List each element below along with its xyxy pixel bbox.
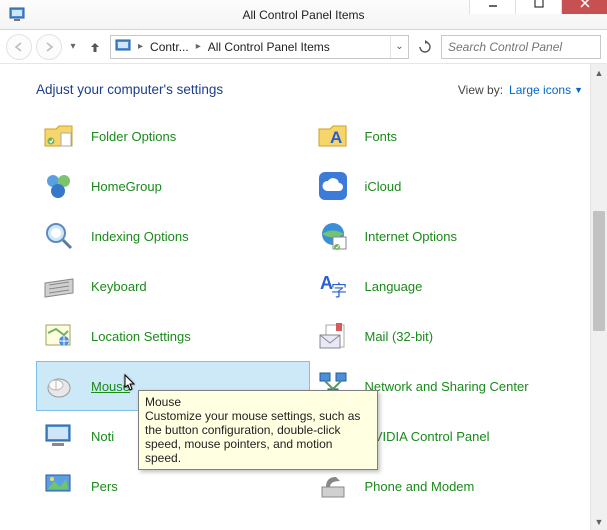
item-label: Fonts bbox=[365, 129, 398, 144]
breadcrumb-segment[interactable]: Contr... bbox=[146, 40, 193, 54]
view-by-control: View by: Large icons▼ bbox=[458, 83, 583, 97]
address-toolbar: ▾ ▸ Contr... ▸ All Control Panel Items ⌄ bbox=[0, 30, 607, 64]
phone-modem-icon bbox=[315, 468, 351, 504]
item-fonts[interactable]: A Fonts bbox=[310, 111, 584, 161]
item-keyboard[interactable]: Keyboard bbox=[36, 261, 310, 311]
item-label: Mail (32-bit) bbox=[365, 329, 434, 344]
svg-text:字: 字 bbox=[331, 282, 347, 300]
item-language[interactable]: A字 Language bbox=[310, 261, 584, 311]
item-label: HomeGroup bbox=[91, 179, 162, 194]
item-label: Indexing Options bbox=[91, 229, 189, 244]
item-label: Folder Options bbox=[91, 129, 176, 144]
item-label: Keyboard bbox=[91, 279, 147, 294]
item-label: Mouse bbox=[91, 379, 130, 394]
keyboard-icon bbox=[41, 268, 77, 304]
forward-button[interactable] bbox=[36, 34, 62, 60]
page-heading: Adjust your computer's settings bbox=[36, 82, 223, 97]
search-box[interactable] bbox=[441, 35, 601, 59]
homegroup-icon bbox=[41, 168, 77, 204]
item-label: Network and Sharing Center bbox=[365, 379, 529, 394]
item-homegroup[interactable]: HomeGroup bbox=[36, 161, 310, 211]
breadcrumb-segment[interactable]: All Control Panel Items bbox=[204, 40, 334, 54]
mail-icon bbox=[315, 318, 351, 354]
chevron-right-icon[interactable]: ▸ bbox=[135, 41, 146, 52]
close-button[interactable] bbox=[561, 0, 607, 14]
window-controls bbox=[469, 0, 607, 14]
item-label: Language bbox=[365, 279, 423, 294]
folder-options-icon bbox=[41, 118, 77, 154]
mouse-icon bbox=[41, 368, 77, 404]
personalization-icon bbox=[41, 468, 77, 504]
internet-options-icon bbox=[315, 218, 351, 254]
view-by-label: View by: bbox=[458, 83, 503, 97]
item-label: Noti bbox=[91, 429, 114, 444]
minimize-button[interactable] bbox=[469, 0, 515, 14]
item-label: iCloud bbox=[365, 179, 402, 194]
refresh-button[interactable] bbox=[413, 35, 437, 59]
vertical-scrollbar[interactable]: ▲ ▼ bbox=[590, 64, 607, 530]
chevron-right-icon[interactable]: ▸ bbox=[193, 41, 204, 52]
tooltip-title: Mouse bbox=[145, 395, 371, 409]
location-settings-icon bbox=[41, 318, 77, 354]
scroll-track[interactable] bbox=[591, 81, 607, 513]
item-icloud[interactable]: iCloud bbox=[310, 161, 584, 211]
icloud-icon bbox=[315, 168, 351, 204]
scroll-down-button[interactable]: ▼ bbox=[591, 513, 607, 530]
item-folder-options[interactable]: Folder Options bbox=[36, 111, 310, 161]
indexing-options-icon bbox=[41, 218, 77, 254]
maximize-button[interactable] bbox=[515, 0, 561, 14]
control-panel-icon bbox=[113, 37, 133, 57]
breadcrumb[interactable]: ▸ Contr... ▸ All Control Panel Items ⌄ bbox=[110, 35, 409, 59]
language-icon: A字 bbox=[315, 268, 351, 304]
up-button[interactable] bbox=[84, 36, 106, 58]
breadcrumb-dropdown[interactable]: ⌄ bbox=[390, 36, 408, 58]
tooltip-body: Customize your mouse settings, such as t… bbox=[145, 409, 360, 465]
item-location-settings[interactable]: Location Settings bbox=[36, 311, 310, 361]
item-indexing-options[interactable]: Indexing Options bbox=[36, 211, 310, 261]
window-titlebar: All Control Panel Items bbox=[0, 0, 607, 30]
item-internet-options[interactable]: Internet Options bbox=[310, 211, 584, 261]
control-panel-icon bbox=[6, 4, 28, 26]
chevron-down-icon: ▼ bbox=[574, 85, 583, 95]
tooltip: Mouse Customize your mouse settings, suc… bbox=[138, 390, 378, 470]
view-by-dropdown[interactable]: Large icons▼ bbox=[509, 83, 583, 97]
item-label: NVIDIA Control Panel bbox=[365, 429, 490, 444]
item-mail[interactable]: Mail (32-bit) bbox=[310, 311, 584, 361]
scroll-thumb[interactable] bbox=[593, 211, 605, 331]
recent-locations-button[interactable]: ▾ bbox=[66, 41, 80, 52]
item-label: Phone and Modem bbox=[365, 479, 475, 494]
notification-area-icon bbox=[41, 418, 77, 454]
search-input[interactable] bbox=[442, 40, 607, 54]
item-label: Pers bbox=[91, 479, 118, 494]
item-label: Internet Options bbox=[365, 229, 458, 244]
scroll-up-button[interactable]: ▲ bbox=[591, 64, 607, 81]
back-button[interactable] bbox=[6, 34, 32, 60]
svg-text:A: A bbox=[330, 128, 342, 147]
item-label: Location Settings bbox=[91, 329, 191, 344]
content-header: Adjust your computer's settings View by:… bbox=[36, 82, 583, 97]
fonts-icon: A bbox=[315, 118, 351, 154]
